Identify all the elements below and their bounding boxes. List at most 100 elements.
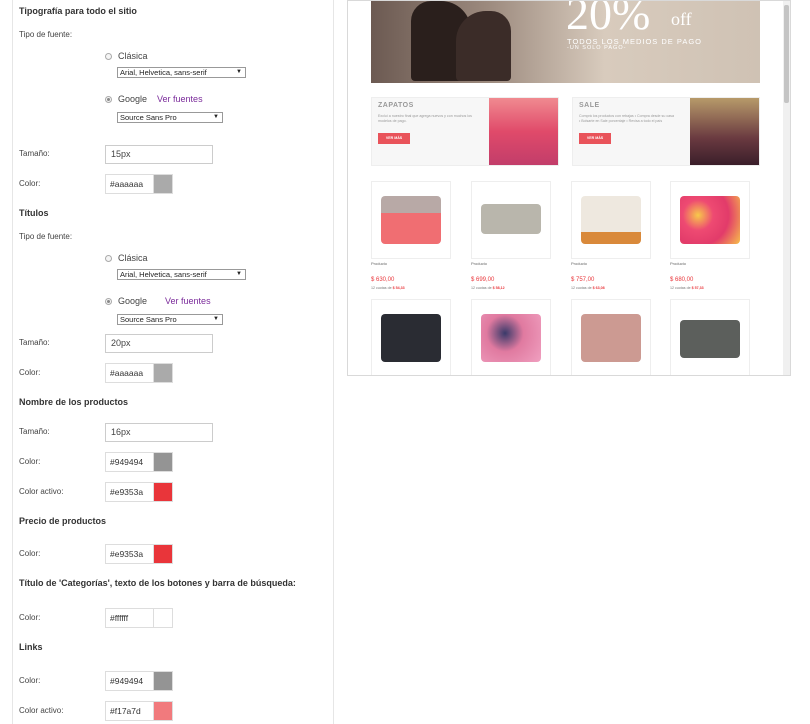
view-fonts-link[interactable]: Ver fuentes xyxy=(165,296,211,306)
color-hex: #e9353a xyxy=(110,487,144,497)
active-color-picker[interactable]: #f17a7d xyxy=(105,701,173,721)
product-installments: 12 cuotas de $ 54,33 xyxy=(371,286,405,290)
color-label: Color: xyxy=(19,179,41,188)
hero-line2: -UN SOLO PAGO- xyxy=(567,45,627,51)
classic-font-select-value: Arial, Helvetica, sans-serif xyxy=(120,68,207,77)
product-name[interactable]: Producto xyxy=(670,261,686,266)
promo-card[interactable]: ZAPATOS Excluí a nuestro final que agreg… xyxy=(371,97,559,166)
product-image xyxy=(481,204,541,234)
shoe-image xyxy=(456,11,511,81)
section-title-product-names: Nombre de los productos xyxy=(19,397,129,407)
promo-button[interactable]: VER MÁS xyxy=(378,133,410,144)
color-picker[interactable]: #aaaaaa xyxy=(105,363,173,383)
section-title-site-typography: Tipografía para todo el sitio xyxy=(19,6,137,16)
preview-scrollbar[interactable] xyxy=(783,1,790,375)
radio-classic-input[interactable] xyxy=(105,254,112,262)
google-font-select[interactable]: Source Sans Pro ▼ xyxy=(117,314,223,325)
view-fonts-link[interactable]: Ver fuentes xyxy=(157,94,203,104)
product-card[interactable] xyxy=(371,299,451,375)
color-label: Color: xyxy=(19,549,41,558)
radio-google-input[interactable] xyxy=(105,95,112,103)
color-swatch[interactable] xyxy=(152,364,172,382)
color-hex: #f17a7d xyxy=(110,706,141,716)
radio-classic[interactable]: Clásica xyxy=(105,51,148,61)
product-card[interactable] xyxy=(571,299,651,375)
radio-classic[interactable]: Clásica xyxy=(105,253,148,263)
size-label: Tamaño: xyxy=(19,149,50,158)
section-title-links: Links xyxy=(19,642,43,652)
color-swatch[interactable] xyxy=(152,545,172,563)
product-card[interactable] xyxy=(670,299,750,375)
color-hex: #aaaaaa xyxy=(110,179,144,189)
product-card[interactable] xyxy=(471,299,551,375)
color-picker[interactable]: #aaaaaa xyxy=(105,174,173,194)
product-price: $ 757,00 xyxy=(571,277,595,283)
product-card[interactable] xyxy=(571,181,651,259)
section-title-titles: Títulos xyxy=(19,208,49,218)
installments-text: 12 cuotas de xyxy=(371,286,392,290)
scrollbar-thumb[interactable] xyxy=(784,5,789,103)
active-color-picker[interactable]: #e9353a xyxy=(105,482,173,502)
promo-image xyxy=(690,98,759,165)
product-name[interactable]: Producto xyxy=(571,261,587,266)
color-label: Color: xyxy=(19,613,41,622)
color-swatch[interactable] xyxy=(152,453,172,471)
google-font-select[interactable]: Source Sans Pro ▼ xyxy=(117,112,223,123)
product-image xyxy=(581,196,641,244)
installments-text: 12 cuotas de xyxy=(571,286,592,290)
font-type-label: Tipo de fuente: xyxy=(19,30,73,39)
classic-font-select[interactable]: Arial, Helvetica, sans-serif ▼ xyxy=(117,269,246,280)
product-image xyxy=(581,314,641,362)
size-input[interactable]: 20px xyxy=(105,334,213,353)
color-picker[interactable]: #ffffff xyxy=(105,608,173,628)
color-picker[interactable]: #949494 xyxy=(105,452,173,472)
color-swatch[interactable] xyxy=(152,672,172,690)
radio-google[interactable]: Google Ver fuentes xyxy=(105,94,203,104)
hero-off: off xyxy=(671,9,692,29)
product-image xyxy=(381,314,441,362)
promo-desc: Comprá los productos con rebajas • Compr… xyxy=(579,114,674,123)
hero-discount: 20% xyxy=(566,1,651,39)
promo-desc: Excluí a nuestro final que agrega nuevos… xyxy=(378,114,472,123)
theme-editor: Tipografía para todo el sitio Tipo de fu… xyxy=(0,0,810,724)
promo-card[interactable]: SALE Comprá los productos con rebajas • … xyxy=(572,97,760,166)
product-name[interactable]: Producto xyxy=(371,261,387,266)
installment-value: $ 54,33 xyxy=(392,286,405,290)
size-input[interactable]: 15px xyxy=(105,145,213,164)
installment-value: $ 57,33 xyxy=(691,286,704,290)
google-font-select-value: Source Sans Pro xyxy=(120,315,177,324)
radio-google-input[interactable] xyxy=(105,297,112,305)
promo-title: ZAPATOS xyxy=(378,102,414,109)
product-card[interactable] xyxy=(371,181,451,259)
color-swatch[interactable] xyxy=(152,702,172,720)
chevron-down-icon: ▼ xyxy=(236,271,242,277)
color-swatch[interactable] xyxy=(152,175,172,193)
product-image xyxy=(481,314,541,362)
classic-font-select[interactable]: Arial, Helvetica, sans-serif ▼ xyxy=(117,67,246,78)
radio-google[interactable]: Google Ver fuentes xyxy=(105,296,211,306)
size-input[interactable]: 16px xyxy=(105,423,213,442)
color-hex: #aaaaaa xyxy=(110,368,144,378)
radio-classic-input[interactable] xyxy=(105,52,112,60)
color-label: Color: xyxy=(19,457,41,466)
color-swatch[interactable] xyxy=(152,483,172,501)
product-card[interactable] xyxy=(670,181,750,259)
radio-google-label: Google xyxy=(118,94,148,104)
section-title-categories: Título de 'Categorías', texto de los bot… xyxy=(19,578,296,588)
product-installments: 12 cuotas de $ 63,08 xyxy=(571,286,605,290)
radio-classic-label: Clásica xyxy=(118,51,148,61)
hero-banner[interactable]: 20% off TODOS LOS MEDIOS DE PAGO -UN SOL… xyxy=(371,1,760,83)
installments-text: 12 cuotas de xyxy=(471,286,492,290)
product-card[interactable] xyxy=(471,181,551,259)
color-swatch[interactable] xyxy=(152,609,172,627)
product-price: $ 699,00 xyxy=(471,277,495,283)
size-label: Tamaño: xyxy=(19,338,50,347)
color-picker[interactable]: #949494 xyxy=(105,671,173,691)
promo-button[interactable]: VER MÁS xyxy=(579,133,611,144)
product-name[interactable]: Producto xyxy=(471,261,487,266)
radio-classic-label: Clásica xyxy=(118,253,148,263)
color-hex: #e9353a xyxy=(110,549,144,559)
store-preview: 20% off TODOS LOS MEDIOS DE PAGO -UN SOL… xyxy=(347,0,791,376)
product-price: $ 680,00 xyxy=(670,277,694,283)
color-picker[interactable]: #e9353a xyxy=(105,544,173,564)
